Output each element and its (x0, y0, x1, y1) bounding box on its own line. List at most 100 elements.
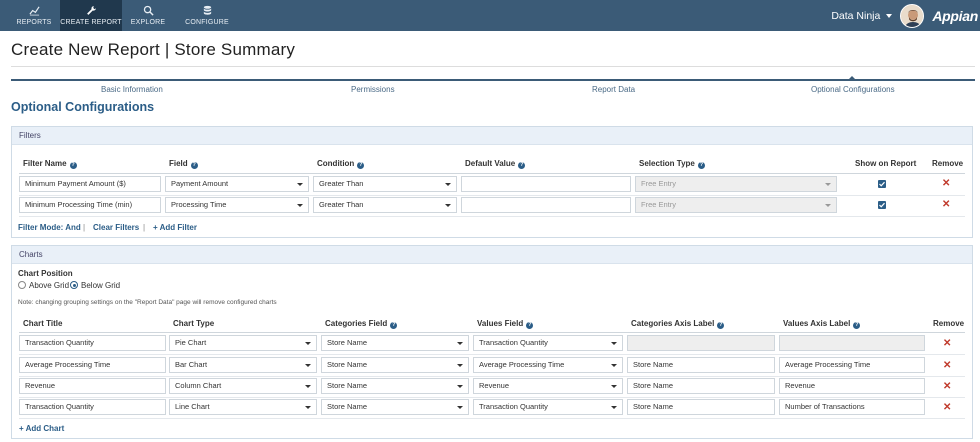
add-filter-label: Add Filter (159, 223, 197, 232)
row-divider (19, 354, 965, 355)
chart-type-dropdown[interactable]: Column Chart (169, 378, 317, 394)
categories-field-dropdown[interactable]: Store Name (321, 399, 469, 415)
categories-field-dropdown[interactable]: Store Name (321, 378, 469, 394)
filter-selection-type-dropdown: Free Entry (635, 176, 837, 192)
add-chart-link[interactable]: + Add Chart (19, 424, 64, 433)
info-icon[interactable]: ? (697, 162, 705, 169)
row-divider (19, 216, 965, 217)
step-basic-information[interactable]: Basic Information (101, 85, 163, 94)
remove-filter-icon[interactable]: ✕ (942, 200, 950, 210)
current-step-marker (848, 76, 856, 80)
charts-panel: Charts Chart Position Above Grid Below G… (11, 245, 973, 439)
values-field-dropdown[interactable]: Transaction Quantity (473, 399, 623, 415)
filter-condition-dropdown[interactable]: Greater Than (313, 176, 457, 192)
nav-explore-label: EXPLORE (130, 19, 166, 26)
chart-type-dropdown[interactable]: Pie Chart (169, 335, 317, 351)
chart-line-icon (28, 6, 40, 16)
filter-name-input[interactable]: Minimum Payment Amount ($) (19, 176, 161, 192)
col-selection-type: Selection Type? (639, 159, 705, 169)
filter-field-dropdown[interactable]: Processing Time (165, 197, 309, 213)
col-default-value: Default Value? (465, 159, 526, 169)
info-icon[interactable]: ? (357, 162, 365, 169)
col-categories-axis-label-label: Categories Axis Label (631, 319, 715, 328)
col-chart-type: Chart Type (173, 319, 215, 328)
add-chart-label: Add Chart (25, 424, 65, 433)
values-axis-label-input[interactable]: Average Processing Time (779, 357, 925, 373)
nav-create-report[interactable]: CREATE REPORT (60, 0, 122, 31)
col-condition-label: Condition (317, 159, 355, 168)
user-name[interactable]: Data Ninja (831, 10, 880, 22)
categories-field-dropdown[interactable]: Store Name (321, 335, 469, 351)
filter-mode-link[interactable]: Filter Mode: And (18, 223, 81, 232)
filter-field-dropdown[interactable]: Payment Amount (165, 176, 309, 192)
row-divider (19, 418, 965, 419)
col-remove: Remove (932, 159, 964, 168)
row-divider (19, 376, 965, 377)
info-icon[interactable]: ? (853, 322, 861, 329)
col-categories-field: Categories Field? (325, 319, 398, 329)
radio-above-grid-label: Above Grid (29, 281, 70, 290)
values-field-dropdown[interactable]: Revenue (473, 378, 623, 394)
values-field-dropdown[interactable]: Transaction Quantity (473, 335, 623, 351)
nav-explore[interactable]: EXPLORE (122, 0, 174, 31)
appian-logo: Appian (932, 7, 978, 24)
link-separator: | (83, 223, 86, 232)
info-icon[interactable]: ? (69, 162, 77, 169)
col-values-field-label: Values Field (477, 319, 524, 328)
radio-below-grid[interactable] (70, 281, 78, 289)
filter-default-value-input[interactable] (461, 176, 631, 192)
categories-axis-label-input[interactable]: Store Name (627, 378, 775, 394)
chart-type-dropdown[interactable]: Bar Chart (169, 357, 317, 373)
avatar[interactable] (900, 3, 925, 28)
col-values-axis-label-label: Values Axis Label (783, 319, 851, 328)
filter-condition-dropdown[interactable]: Greater Than (313, 197, 457, 213)
col-selection-type-label: Selection Type (639, 159, 695, 168)
col-values-field: Values Field? (477, 319, 534, 329)
info-icon[interactable]: ? (526, 322, 534, 329)
values-axis-label-input[interactable]: Revenue (779, 378, 925, 394)
radio-above-grid[interactable] (18, 281, 26, 289)
section-title: Optional Configurations (11, 100, 155, 114)
nav-reports[interactable]: REPORTS (8, 0, 60, 31)
chart-title-input[interactable]: Average Processing Time (19, 357, 166, 373)
filter-default-value-input[interactable] (461, 197, 631, 213)
values-axis-label-input[interactable]: Number of Transactions (779, 399, 925, 415)
show-on-report-checkbox[interactable] (878, 180, 886, 188)
step-permissions[interactable]: Permissions (351, 85, 395, 94)
filters-panel-title: Filters (12, 127, 972, 145)
step-report-data[interactable]: Report Data (592, 85, 635, 94)
step-optional-configurations[interactable]: Optional Configurations (811, 85, 895, 94)
show-on-report-checkbox[interactable] (878, 201, 886, 209)
info-icon[interactable]: ? (717, 322, 725, 329)
nav-configure[interactable]: CONFIGURE (174, 0, 240, 31)
nav-configure-label: CONFIGURE (185, 19, 229, 26)
chevron-down-icon[interactable] (886, 13, 893, 18)
info-icon[interactable]: ? (518, 162, 526, 169)
nav-create-report-label: CREATE REPORT (60, 19, 122, 26)
info-icon[interactable]: ? (390, 322, 398, 329)
grouping-note: Note: changing grouping settings on the … (18, 299, 277, 306)
remove-chart-icon[interactable]: ✕ (943, 339, 951, 349)
remove-filter-icon[interactable]: ✕ (942, 179, 950, 189)
categories-axis-label-input[interactable]: Store Name (627, 399, 775, 415)
remove-chart-icon[interactable]: ✕ (943, 361, 951, 371)
categories-axis-label-input[interactable]: Store Name (627, 357, 775, 373)
clear-filters-link[interactable]: Clear Filters (93, 223, 139, 232)
chart-title-input[interactable]: Transaction Quantity (19, 399, 166, 415)
values-field-dropdown[interactable]: Average Processing Time (473, 357, 623, 373)
charts-panel-title: Charts (12, 246, 972, 264)
col-field: Field? (169, 159, 198, 169)
categories-field-dropdown[interactable]: Store Name (321, 357, 469, 373)
chart-type-dropdown[interactable]: Line Chart (169, 399, 317, 415)
chart-title-input[interactable]: Revenue (19, 378, 166, 394)
remove-chart-icon[interactable]: ✕ (943, 382, 951, 392)
filter-name-input[interactable]: Minimum Processing Time (min) (19, 197, 161, 213)
database-icon (203, 5, 211, 15)
filter-selection-type-dropdown: Free Entry (635, 197, 837, 213)
remove-chart-icon[interactable]: ✕ (943, 403, 951, 413)
info-icon[interactable]: ? (190, 162, 198, 169)
col-values-axis-label: Values Axis Label? (783, 319, 861, 329)
chart-title-input[interactable]: Transaction Quantity (19, 335, 166, 351)
add-filter-link[interactable]: + Add Filter (153, 223, 197, 232)
col-categories-axis-label: Categories Axis Label? (631, 319, 725, 329)
